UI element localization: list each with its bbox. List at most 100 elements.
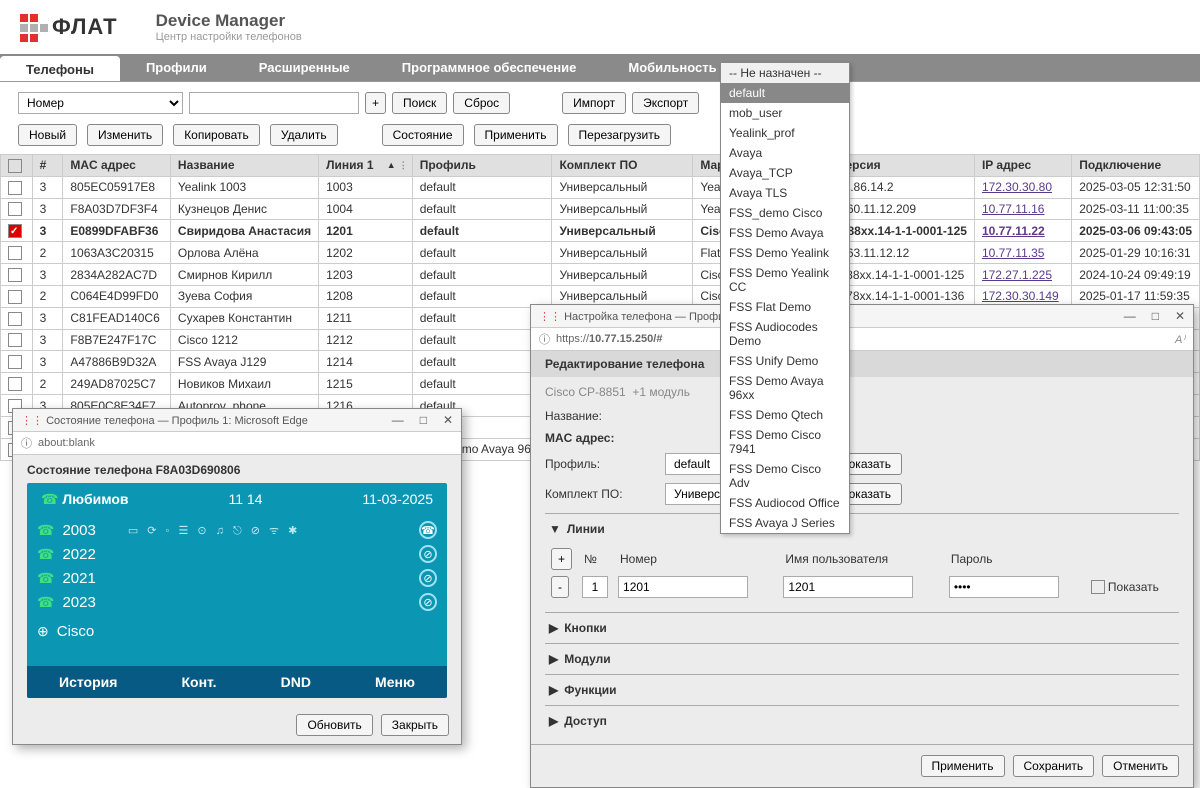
col-line1[interactable]: Линия 1▲⋮ [319, 155, 413, 177]
export-button[interactable]: Экспорт [632, 92, 699, 114]
row-checkbox[interactable] [8, 246, 22, 260]
status-button[interactable]: Состояние [382, 124, 464, 146]
row-checkbox[interactable] [8, 312, 22, 326]
table-row[interactable]: 21063A3C20315Орлова Алёна1202defaultУнив… [1, 242, 1200, 264]
ip-link[interactable]: 10.77.11.35 [982, 246, 1045, 260]
table-row[interactable]: 32834A282AC7DСмирнов Кирилл1203defaultУн… [1, 264, 1200, 286]
dropdown-option[interactable]: FSS Unify Demo [721, 351, 849, 371]
dropdown-option[interactable]: FSS Flat Demo [721, 297, 849, 317]
line-user-input[interactable] [783, 576, 913, 598]
col-num[interactable]: # [32, 155, 63, 177]
ip-link[interactable]: 172.27.1.225 [982, 268, 1052, 282]
minimize-icon[interactable]: — [392, 413, 404, 427]
tab-profiles[interactable]: Профили [120, 54, 233, 81]
dropdown-option[interactable]: FSS Avaya J Series [721, 513, 849, 533]
row-checkbox[interactable] [8, 333, 22, 347]
dropdown-option[interactable]: FSS Demo Cisco 7941 [721, 425, 849, 459]
editor-cancel-button[interactable]: Отменить [1102, 755, 1179, 777]
col-name[interactable]: Название [170, 155, 318, 177]
col-conn[interactable]: Подключение [1072, 155, 1200, 177]
close-icon[interactable]: ✕ [443, 413, 453, 427]
dropdown-option[interactable]: FSS_demo Cisco [721, 203, 849, 223]
table-row[interactable]: 3E0899DFABF36Свиридова Анастасия1201defa… [1, 220, 1200, 242]
dropdown-option[interactable]: FSS Demo Avaya 96xx [721, 371, 849, 405]
dropdown-option[interactable]: Avaya [721, 143, 849, 163]
close-icon[interactable]: ✕ [1175, 309, 1185, 323]
row-checkbox[interactable] [8, 377, 22, 391]
reset-button[interactable]: Сброс [453, 92, 510, 114]
dropdown-option[interactable]: mob_user [721, 103, 849, 123]
dropdown-option[interactable]: FSS Demo Cisco Adv [721, 459, 849, 493]
reload-button[interactable]: Перезагрузить [568, 124, 671, 146]
softkey-contacts[interactable]: Конт. [182, 674, 217, 690]
ip-link[interactable]: 172.30.30.80 [982, 180, 1052, 194]
read-aloud-icon[interactable]: A⁾ [1175, 333, 1185, 346]
line-pass-input[interactable] [949, 576, 1059, 598]
row-checkbox[interactable] [8, 224, 22, 238]
dropdown-option[interactable]: Avaya TLS [721, 183, 849, 203]
dropdown-option[interactable]: Yealink_prof [721, 123, 849, 143]
editor-titlebar[interactable]: ⋮⋮ Настройка телефона — Профиль 1: M — □… [531, 305, 1193, 327]
delete-button[interactable]: Удалить [270, 124, 338, 146]
ip-link[interactable]: 172.30.30.149 [982, 289, 1059, 303]
new-button[interactable]: Новый [18, 124, 77, 146]
col-mac[interactable]: MAC адрес [63, 155, 171, 177]
line-idx-input[interactable] [582, 576, 608, 598]
editor-addressbar[interactable]: ⓘ https://10.77.15.250/# A⁾ [531, 327, 1193, 351]
profile-dropdown[interactable]: -- Не назначен -- defaultmob_userYealink… [720, 62, 850, 534]
editor-save-button[interactable]: Сохранить [1013, 755, 1095, 777]
dropdown-option[interactable]: Avaya_TCP [721, 163, 849, 183]
section-lines[interactable]: ▼Линии [545, 520, 1179, 538]
line-number-input[interactable] [618, 576, 748, 598]
edit-button[interactable]: Изменить [87, 124, 163, 146]
dropdown-option[interactable]: FSS Demo Avaya [721, 223, 849, 243]
status-popup-addressbar[interactable]: ⓘ about:blank [13, 431, 461, 455]
col-check[interactable] [1, 155, 33, 177]
remove-line-button[interactable]: - [551, 576, 569, 598]
tab-software[interactable]: Программное обеспечение [376, 54, 603, 81]
copy-button[interactable]: Копировать [173, 124, 260, 146]
col-ip[interactable]: IP адрес [974, 155, 1071, 177]
tab-phones[interactable]: Телефоны [0, 56, 120, 81]
row-checkbox[interactable] [8, 202, 22, 216]
search-field-select[interactable]: Номер [18, 92, 183, 114]
dropdown-option[interactable]: FSS Demo Qtech [721, 405, 849, 425]
dropdown-option[interactable]: FSS Audiocod Office [721, 493, 849, 513]
softkey-dnd[interactable]: DND [281, 674, 311, 690]
close-button[interactable]: Закрыть [381, 714, 449, 736]
search-button[interactable]: Поиск [392, 92, 447, 114]
row-checkbox[interactable] [8, 268, 22, 282]
maximize-icon[interactable]: □ [420, 413, 427, 427]
status-popup-titlebar[interactable]: ⋮⋮ Состояние телефона — Профиль 1: Micro… [13, 409, 461, 431]
softkey-history[interactable]: История [59, 674, 117, 690]
dropdown-option[interactable]: FSS Demo Yealink [721, 243, 849, 263]
col-kit[interactable]: Комплект ПО [552, 155, 693, 177]
ip-link[interactable]: 10.77.11.22 [982, 224, 1045, 238]
col-version[interactable]: Версия [829, 155, 974, 177]
section-modules[interactable]: ▶Модули [545, 650, 1179, 668]
dropdown-option[interactable]: default [721, 83, 849, 103]
row-checkbox[interactable] [8, 181, 22, 195]
table-row[interactable]: 3F8A03D7DF3F4Кузнецов Денис1004defaultУн… [1, 198, 1200, 220]
minimize-icon[interactable]: — [1124, 309, 1136, 323]
col-profile[interactable]: Профиль [412, 155, 552, 177]
section-access[interactable]: ▶Доступ [545, 712, 1179, 730]
ip-link[interactable]: 10.77.11.16 [982, 202, 1045, 216]
section-buttons[interactable]: ▶Кнопки [545, 619, 1179, 637]
search-input[interactable] [189, 92, 359, 114]
row-checkbox[interactable] [8, 290, 22, 304]
dropdown-option[interactable]: FSS Audiocodes Demo [721, 317, 849, 351]
section-functions[interactable]: ▶Функции [545, 681, 1179, 699]
maximize-icon[interactable]: □ [1152, 309, 1159, 323]
table-row[interactable]: 3805EC05917E8Yealink 10031003defaultУнив… [1, 176, 1200, 198]
softkey-menu[interactable]: Меню [375, 674, 415, 690]
dropdown-option[interactable]: FSS Demo Yealink CC [721, 263, 849, 297]
editor-apply-button[interactable]: Применить [921, 755, 1005, 777]
dropdown-head[interactable]: -- Не назначен -- [721, 63, 849, 83]
import-button[interactable]: Импорт [562, 92, 626, 114]
add-line-button[interactable]: + [551, 548, 572, 570]
show-pass-checkbox[interactable] [1091, 580, 1105, 594]
add-filter-button[interactable]: + [365, 92, 386, 114]
row-checkbox[interactable] [8, 355, 22, 369]
tab-advanced[interactable]: Расширенные [233, 54, 376, 81]
